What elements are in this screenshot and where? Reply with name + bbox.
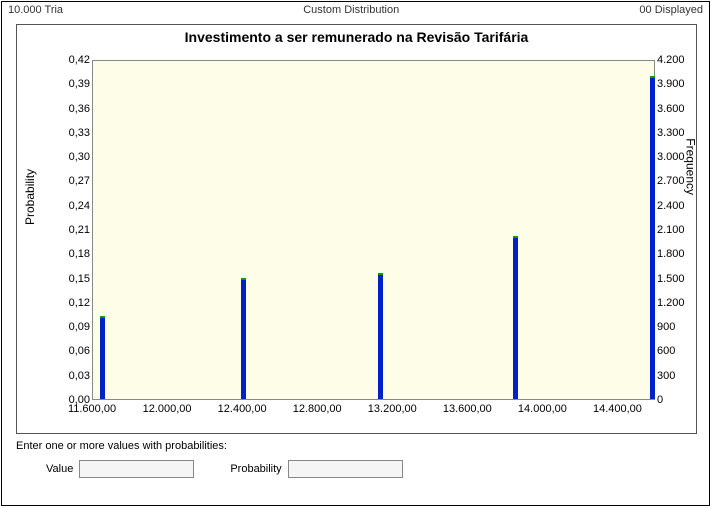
value-input[interactable] [79, 460, 194, 478]
data-bar [100, 316, 105, 399]
trials-label: 10.000 Tria [8, 4, 63, 16]
y-axis-left-label: Probability [23, 169, 37, 225]
y-left-tick: 0,42 [50, 54, 90, 66]
chart-frame: Investimento a ser remunerado na Revisão… [16, 24, 697, 434]
window-frame: 10.000 Tria Custom Distribution 00 Displ… [1, 1, 710, 506]
y-right-tick: 2.400 [657, 200, 697, 212]
probability-field-label: Probability [230, 463, 281, 475]
data-bar [513, 236, 518, 399]
x-tick: 14.000,00 [518, 403, 567, 415]
y-right-tick: 0 [657, 394, 697, 406]
y-right-tick: 1.200 [657, 297, 697, 309]
y-right-tick: 2.100 [657, 224, 697, 236]
x-tick: 12.000,00 [143, 403, 192, 415]
y-left-tick: 0,18 [50, 248, 90, 260]
y-right-tick: 3.000 [657, 151, 697, 163]
y-right-tick: 900 [657, 321, 697, 333]
y-left-tick: 0,33 [50, 127, 90, 139]
input-prompt: Enter one or more values with probabilit… [16, 440, 403, 452]
y-right-tick: 3.900 [657, 78, 697, 90]
y-left-tick: 0,03 [50, 370, 90, 382]
header-bar: 10.000 Tria Custom Distribution 00 Displ… [2, 2, 709, 16]
y-left-tick: 0,24 [50, 200, 90, 212]
chart-title: Investimento a ser remunerado na Revisão… [17, 25, 696, 45]
y-left-tick: 0,12 [50, 297, 90, 309]
data-bar [378, 273, 383, 399]
x-tick: 13.200,00 [368, 403, 417, 415]
y-left-tick: 0,27 [50, 175, 90, 187]
probability-input[interactable] [288, 460, 403, 478]
y-left-tick: 0,39 [50, 78, 90, 90]
distribution-type-label: Custom Distribution [303, 4, 399, 16]
y-right-tick: 300 [657, 370, 697, 382]
y-right-tick: 3.600 [657, 103, 697, 115]
y-right-tick: 4.200 [657, 54, 697, 66]
x-tick: 12.400,00 [218, 403, 267, 415]
y-left-tick: 0,30 [50, 151, 90, 163]
x-tick: 13.600,00 [443, 403, 492, 415]
y-left-tick: 0,21 [50, 224, 90, 236]
displayed-label: 00 Displayed [639, 4, 703, 16]
y-left-tick: 0,09 [50, 321, 90, 333]
value-field-label: Value [46, 463, 73, 475]
data-bar [650, 76, 655, 399]
y-right-tick: 1.500 [657, 273, 697, 285]
y-left-tick: 0,36 [50, 103, 90, 115]
x-tick: 12.800,00 [293, 403, 342, 415]
y-right-tick: 2.700 [657, 175, 697, 187]
input-section: Enter one or more values with probabilit… [16, 440, 403, 478]
y-right-tick: 1.800 [657, 248, 697, 260]
plot-area [92, 60, 655, 400]
y-left-tick: 0,15 [50, 273, 90, 285]
y-right-tick: 600 [657, 345, 697, 357]
y-left-tick: 0,06 [50, 345, 90, 357]
y-right-tick: 3.300 [657, 127, 697, 139]
x-tick: 14.400,00 [593, 403, 642, 415]
data-bar [241, 278, 246, 399]
x-tick: 11.600,00 [68, 403, 116, 415]
